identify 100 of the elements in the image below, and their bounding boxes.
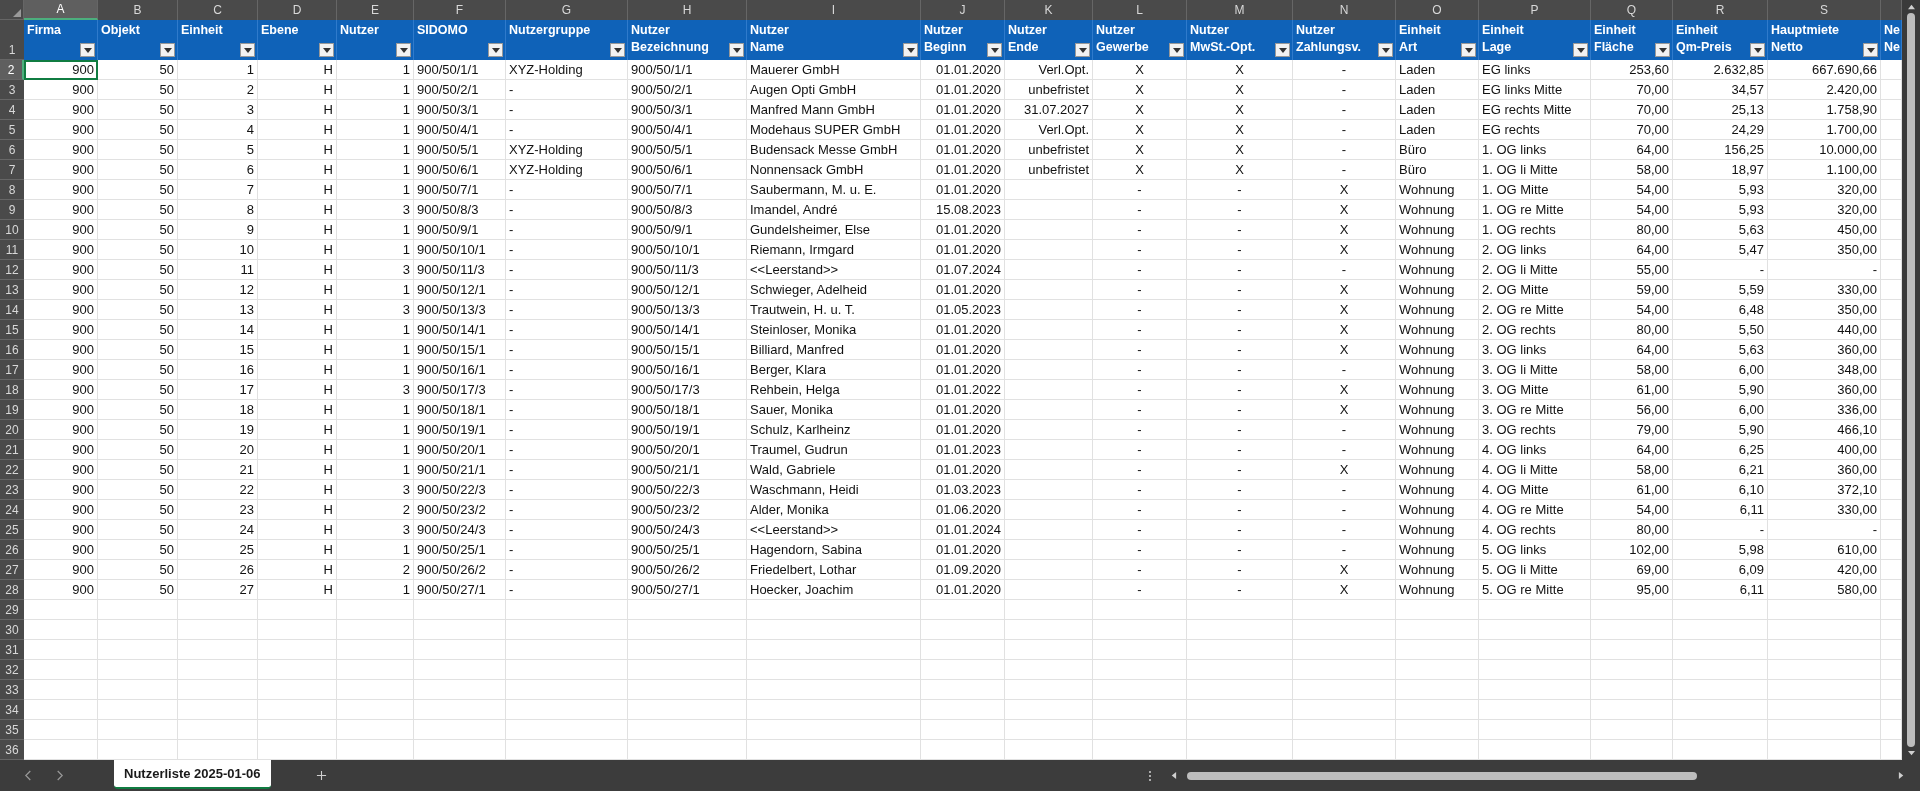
table-cell[interactable]: 3 bbox=[337, 200, 414, 220]
table-cell[interactable]: 3. OG re Mitte bbox=[1479, 400, 1591, 420]
table-cell[interactable]: 900/50/24/3 bbox=[628, 520, 747, 540]
empty-cell[interactable] bbox=[1479, 620, 1591, 640]
empty-cell[interactable] bbox=[98, 620, 178, 640]
table-cell[interactable]: 54,00 bbox=[1591, 200, 1673, 220]
table-cell[interactable]: 10.000,00 bbox=[1768, 140, 1881, 160]
empty-cell[interactable] bbox=[1005, 580, 1093, 600]
select-all-corner[interactable] bbox=[0, 0, 24, 20]
table-cell[interactable]: 900 bbox=[24, 180, 98, 200]
table-cell[interactable]: EG rechts bbox=[1479, 120, 1591, 140]
empty-cell[interactable] bbox=[506, 620, 628, 640]
table-cell[interactable]: 900/50/8/3 bbox=[628, 200, 747, 220]
table-cell[interactable]: 900 bbox=[24, 220, 98, 240]
table-cell[interactable]: 2. OG re Mitte bbox=[1479, 300, 1591, 320]
table-cell[interactable]: 102,00 bbox=[1591, 540, 1673, 560]
empty-cell[interactable] bbox=[414, 620, 506, 640]
table-cell[interactable]: - bbox=[1093, 500, 1187, 520]
table-cell[interactable]: EG rechts Mitte bbox=[1479, 100, 1591, 120]
empty-cell[interactable] bbox=[1005, 380, 1093, 400]
table-cell[interactable]: 253,60 bbox=[1591, 60, 1673, 80]
empty-cell[interactable] bbox=[1396, 620, 1479, 640]
table-cell[interactable]: 450,00 bbox=[1768, 220, 1881, 240]
table-cell[interactable]: 900 bbox=[24, 200, 98, 220]
table-cell[interactable]: 900/50/21/1 bbox=[628, 460, 747, 480]
scroll-right-icon[interactable] bbox=[1898, 771, 1905, 780]
table-cell[interactable]: 01.01.2020 bbox=[921, 160, 1005, 180]
empty-cell[interactable] bbox=[1293, 680, 1396, 700]
table-cell[interactable]: 900 bbox=[24, 300, 98, 320]
table-cell[interactable]: - bbox=[1093, 460, 1187, 480]
table-cell[interactable]: 54,00 bbox=[1591, 300, 1673, 320]
empty-cell[interactable] bbox=[1396, 600, 1479, 620]
table-cell[interactable]: X bbox=[1293, 320, 1396, 340]
table-cell[interactable]: 58,00 bbox=[1591, 160, 1673, 180]
empty-cell[interactable] bbox=[1768, 660, 1881, 680]
table-cell[interactable]: 50 bbox=[98, 260, 178, 280]
empty-cell[interactable] bbox=[921, 640, 1005, 660]
table-cell[interactable]: 360,00 bbox=[1768, 380, 1881, 400]
table-cell[interactable]: 1 bbox=[337, 240, 414, 260]
row-header[interactable]: 15 bbox=[0, 320, 24, 340]
table-cell[interactable]: 24 bbox=[178, 520, 258, 540]
filter-button[interactable] bbox=[1169, 43, 1184, 57]
table-cell[interactable]: 900/50/1/1 bbox=[628, 60, 747, 80]
row-header[interactable]: 29 bbox=[0, 600, 24, 620]
empty-cell[interactable] bbox=[1396, 680, 1479, 700]
table-cell[interactable]: Trautwein, H. u. T. bbox=[747, 300, 921, 320]
table-cell[interactable]: H bbox=[258, 60, 337, 80]
vertical-scrollbar[interactable] bbox=[1902, 0, 1920, 760]
column-header[interactable]: O bbox=[1396, 0, 1479, 20]
empty-cell[interactable] bbox=[1293, 620, 1396, 640]
empty-cell[interactable] bbox=[1005, 240, 1093, 260]
table-cell[interactable]: 900 bbox=[24, 260, 98, 280]
empty-cell[interactable] bbox=[1005, 560, 1093, 580]
column-header[interactable]: S bbox=[1768, 0, 1881, 20]
table-cell[interactable]: - bbox=[1093, 580, 1187, 600]
empty-cell[interactable] bbox=[1768, 620, 1881, 640]
empty-cell[interactable] bbox=[1005, 220, 1093, 240]
table-cell[interactable]: 900 bbox=[24, 140, 98, 160]
table-cell[interactable]: 900 bbox=[24, 480, 98, 500]
table-cell[interactable]: 6,11 bbox=[1673, 500, 1768, 520]
table-cell[interactable]: 900 bbox=[24, 420, 98, 440]
column-header[interactable]: G bbox=[506, 0, 628, 20]
table-cell[interactable]: - bbox=[1093, 560, 1187, 580]
table-cell[interactable]: 80,00 bbox=[1591, 520, 1673, 540]
table-cell[interactable]: 59,00 bbox=[1591, 280, 1673, 300]
table-cell[interactable]: - bbox=[1187, 520, 1293, 540]
empty-cell[interactable] bbox=[1005, 340, 1093, 360]
column-header[interactable]: L bbox=[1093, 0, 1187, 20]
table-cell[interactable]: 900 bbox=[24, 460, 98, 480]
table-cell[interactable]: 900/50/15/1 bbox=[414, 340, 506, 360]
filter-button[interactable] bbox=[1275, 43, 1290, 57]
table-cell[interactable]: 1. OG rechts bbox=[1479, 220, 1591, 240]
filter-button[interactable] bbox=[240, 43, 255, 57]
column-header[interactable]: P bbox=[1479, 0, 1591, 20]
table-cell[interactable]: Wohnung bbox=[1396, 240, 1479, 260]
empty-cell[interactable] bbox=[921, 720, 1005, 740]
row-header[interactable]: 8 bbox=[0, 180, 24, 200]
table-cell[interactable]: 01.01.2020 bbox=[921, 120, 1005, 140]
table-cell[interactable]: - bbox=[506, 320, 628, 340]
table-cell[interactable]: 1. OG re Mitte bbox=[1479, 200, 1591, 220]
row-header[interactable]: 35 bbox=[0, 720, 24, 740]
table-cell[interactable]: 15 bbox=[178, 340, 258, 360]
empty-cell[interactable] bbox=[1396, 640, 1479, 660]
filter-button[interactable] bbox=[903, 43, 918, 57]
table-cell[interactable]: 64,00 bbox=[1591, 140, 1673, 160]
table-cell[interactable]: - bbox=[506, 120, 628, 140]
table-cell[interactable]: X bbox=[1187, 100, 1293, 120]
table-cell[interactable]: 50 bbox=[98, 400, 178, 420]
table-cell[interactable]: - bbox=[1187, 400, 1293, 420]
filter-button[interactable] bbox=[1075, 43, 1090, 57]
table-cell[interactable]: 440,00 bbox=[1768, 320, 1881, 340]
empty-cell[interactable] bbox=[1005, 720, 1093, 740]
column-header[interactable]: N bbox=[1293, 0, 1396, 20]
empty-cell[interactable] bbox=[1005, 620, 1093, 640]
empty-cell[interactable] bbox=[747, 680, 921, 700]
empty-cell[interactable] bbox=[258, 620, 337, 640]
table-cell[interactable]: - bbox=[1187, 300, 1293, 320]
empty-cell[interactable] bbox=[178, 700, 258, 720]
table-cell[interactable]: Wohnung bbox=[1396, 200, 1479, 220]
empty-cell[interactable] bbox=[1093, 720, 1187, 740]
